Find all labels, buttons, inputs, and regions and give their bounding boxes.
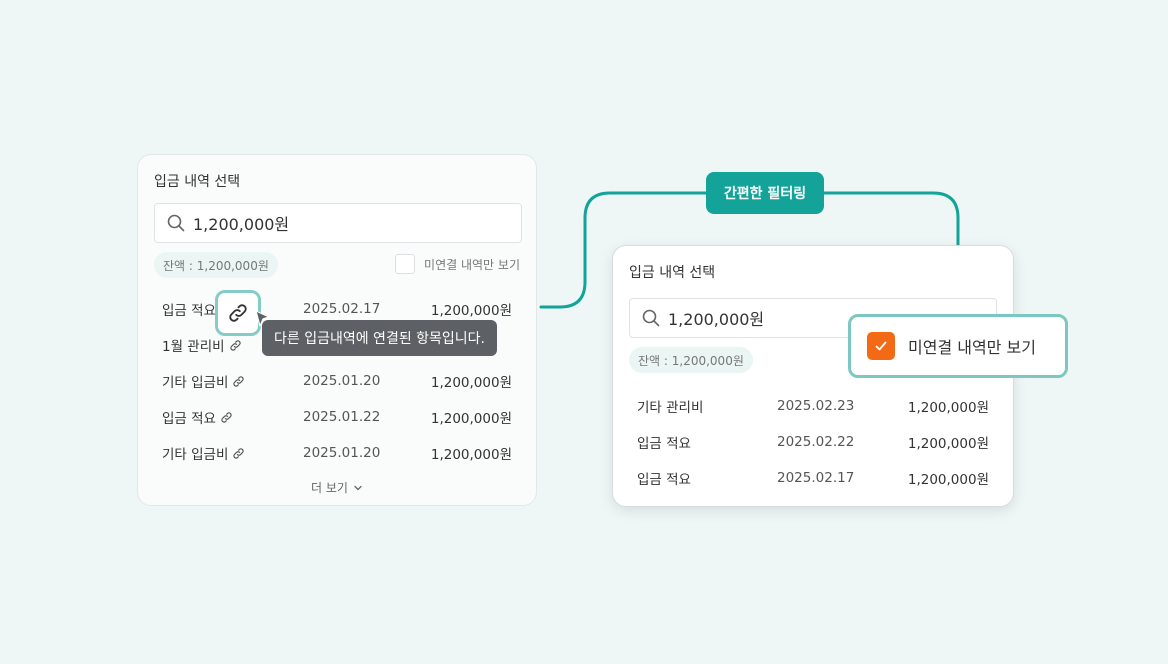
search-icon [167, 214, 185, 232]
deposit-amount: 1,200,000원 [430, 375, 512, 391]
deposit-date: 2025.01.22 [303, 409, 381, 425]
search-input[interactable]: 1,200,000원 [154, 203, 522, 243]
show-more-button[interactable]: 더 보기 [138, 479, 536, 496]
deposit-row[interactable]: 기타 관리비 2025.02.23 1,200,000원 [613, 388, 1013, 424]
deposit-desc: 입금 적요 [637, 472, 691, 488]
deposit-desc: 입금 적요 [162, 303, 216, 319]
show-more-label: 더 보기 [311, 481, 348, 495]
deposit-amount: 1,200,000원 [430, 411, 512, 427]
link-icon [229, 339, 242, 352]
panel-title: 입금 내역 선택 [154, 174, 241, 190]
unlinked-only-filter-highlight[interactable]: 미연결 내역만 보기 [848, 314, 1068, 378]
deposit-row[interactable]: 입금 적요 2025.01.22 1,200,000원 [138, 399, 536, 435]
deposit-date: 2025.02.22 [777, 434, 855, 450]
deposit-amount: 1,200,000원 [907, 436, 989, 452]
deposit-row[interactable]: 입금 적요 2025.02.22 1,200,000원 [613, 424, 1013, 460]
link-icon [229, 304, 247, 322]
deposit-amount: 1,200,000원 [907, 400, 989, 416]
link-icon [232, 447, 245, 460]
deposit-row[interactable]: 기타 입금비 2025.01.20 1,200,000원 [138, 363, 536, 399]
deposit-row[interactable]: 기타 입금비 2025.01.20 1,200,000원 [138, 435, 536, 471]
deposit-amount: 1,200,000원 [907, 472, 989, 488]
search-icon [642, 309, 660, 327]
balance-badge: 잔액 : 1,200,000원 [154, 252, 278, 278]
search-value: 1,200,000원 [193, 215, 290, 234]
unlinked-only-checkbox-checked[interactable] [867, 332, 895, 360]
search-value: 1,200,000원 [668, 310, 765, 329]
deposit-row[interactable]: 입금 적요 2025.02.17 1,200,000원 [613, 460, 1013, 496]
deposit-date: 2025.01.20 [303, 445, 381, 461]
deposit-desc: 기타 관리비 [637, 400, 704, 416]
linked-tooltip: 다른 입금내역에 연결된 항목입니다. [262, 320, 497, 356]
deposit-desc: 1월 관리비 [162, 339, 225, 355]
deposit-date: 2025.02.23 [777, 398, 855, 414]
deposit-desc: 입금 적요 [162, 411, 216, 427]
deposit-desc: 기타 입금비 [162, 447, 229, 463]
unlinked-only-filter[interactable]: 미연결 내역만 보기 [395, 254, 520, 274]
unlinked-only-label: 미연결 내역만 보기 [908, 338, 1036, 357]
panel-title: 입금 내역 선택 [629, 265, 716, 281]
deposit-list: 입금 적요 2025.02.17 1,200,000원 1월 관리비 기타 입금… [138, 291, 536, 471]
deposit-date: 2025.01.20 [303, 373, 381, 389]
link-icon [232, 375, 245, 388]
deposit-date: 2025.02.17 [777, 470, 855, 486]
deposit-desc: 기타 입금비 [162, 375, 229, 391]
deposit-list: 기타 관리비 2025.02.23 1,200,000원 입금 적요 2025.… [613, 388, 1013, 496]
chevron-down-icon [354, 485, 362, 490]
unlinked-only-label: 미연결 내역만 보기 [424, 257, 520, 272]
deposit-desc: 입금 적요 [637, 436, 691, 452]
deposit-amount: 1,200,000원 [430, 447, 512, 463]
balance-badge: 잔액 : 1,200,000원 [629, 347, 753, 373]
checkmark-icon [875, 341, 887, 351]
unlinked-only-checkbox[interactable] [395, 254, 416, 274]
link-icon [220, 411, 233, 424]
easy-filter-badge: 간편한 필터링 [706, 172, 824, 214]
